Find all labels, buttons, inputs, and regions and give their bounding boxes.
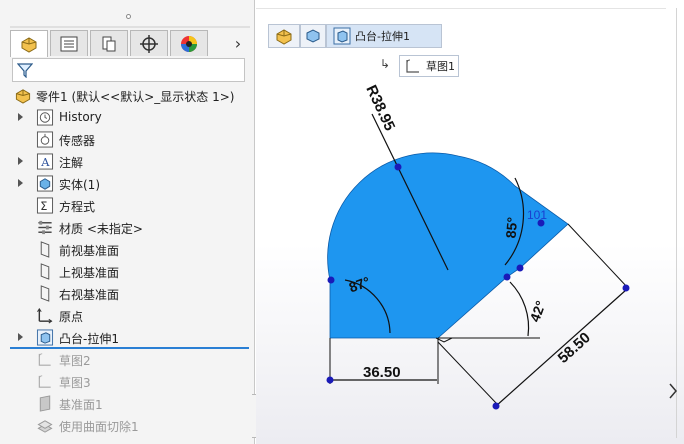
dim-36-50-text[interactable]: 36.50 (363, 364, 401, 381)
sketch-point[interactable] (394, 163, 402, 171)
sketch-icon (38, 375, 51, 388)
tree-item-label: 草图2 (59, 354, 91, 368)
expand-arrow-icon[interactable] (18, 157, 23, 165)
tree-item-plane1[interactable]: 基准面1 (0, 392, 254, 414)
panel-grip[interactable] (126, 14, 131, 19)
tree-item-equations[interactable]: Σ 方程式 (0, 194, 254, 216)
tree-item-front-plane[interactable]: 前视基准面 (0, 238, 254, 260)
more-tabs-arrow[interactable]: › (228, 30, 248, 56)
crosshair-icon (140, 34, 158, 53)
sketch-point[interactable] (327, 276, 335, 284)
collapse-arrow-icon[interactable] (668, 383, 678, 399)
tree-item-label: 原点 (59, 310, 84, 324)
sketch-point[interactable] (622, 284, 630, 292)
sketch-point[interactable] (492, 402, 500, 410)
tree-item-label: 草图3 (59, 376, 91, 390)
dim-extra-text[interactable]: 101 (527, 208, 547, 222)
tree-item-label: 凸台-拉伸1 (59, 332, 119, 346)
extension-line (567, 223, 629, 289)
tree-item-boss-extrude[interactable]: 凸台-拉伸1 (0, 326, 254, 348)
plane-icon (39, 395, 51, 412)
dimxpert-tab[interactable] (130, 30, 168, 56)
tree-item-label: 右视基准面 (59, 288, 120, 302)
tree-item-solid-bodies[interactable]: 实体(1) (0, 172, 254, 194)
annotation-icon: A (36, 153, 54, 170)
extension-line (437, 341, 498, 405)
plane-icon (40, 285, 50, 302)
surface-cut-icon (37, 420, 53, 433)
equation-icon: Σ (36, 197, 54, 214)
solid-body-icon (36, 175, 54, 192)
display-tab[interactable] (170, 30, 208, 56)
appearance-icon (181, 35, 197, 52)
tree-item-label: 注解 (59, 156, 84, 170)
tree-item-sensors[interactable]: 传感器 (0, 128, 254, 150)
tree-item-label: 方程式 (59, 200, 96, 214)
history-icon (36, 109, 54, 126)
sketch-point[interactable] (503, 273, 511, 281)
featuremanager-tab[interactable] (10, 30, 48, 57)
list-icon (60, 36, 78, 51)
origin-icon (37, 308, 53, 324)
tree-item-label: 上视基准面 (59, 266, 120, 280)
configuration-icon (102, 36, 116, 51)
configuration-tab[interactable] (90, 30, 128, 56)
tree-item-surface-cut[interactable]: 使用曲面切除1 (0, 414, 254, 436)
sensor-icon (36, 131, 54, 148)
expand-arrow-icon[interactable] (18, 179, 23, 187)
tree-root-label: 零件1 (默认<<默认>_显示状态 1>) (36, 90, 235, 104)
propertymanager-tab[interactable] (50, 30, 88, 56)
tree-item-material[interactable]: 材质 <未指定> (0, 216, 254, 238)
tree-item-sketch3[interactable]: 草图3 (0, 370, 254, 392)
plane-icon (40, 241, 50, 258)
tree-item-annotations[interactable]: A 注解 (0, 150, 254, 172)
dim-angle-85-text[interactable]: 85° (502, 216, 520, 238)
material-icon (38, 220, 52, 235)
plane-icon (40, 263, 50, 280)
tree-item-right-plane[interactable]: 右视基准面 (0, 282, 254, 304)
tree-item-label: 材质 <未指定> (59, 222, 143, 236)
dim-angle-42-text[interactable]: 42° (526, 299, 548, 324)
feature-manager-panel: › 零件1 (默认<<默认>_显示状态 1>) History 传感器 A 注解… (0, 0, 255, 444)
expand-arrow-icon[interactable] (18, 113, 23, 121)
tree-root-part[interactable]: 零件1 (默认<<默认>_显示状态 1>) (0, 84, 254, 106)
sketch-point[interactable] (326, 376, 334, 384)
sketch-drawing[interactable]: R38.95 85° 87° 42° 58.50 36.50 101 (256, 0, 684, 444)
tree-item-label: 传感器 (59, 134, 96, 148)
tree-item-sketch2[interactable]: 草图2 (0, 348, 254, 370)
sketch-point[interactable] (516, 264, 524, 272)
tree-item-label: 使用曲面切除1 (59, 420, 139, 434)
tree-item-origin[interactable]: 原点 (0, 304, 254, 326)
svg-text:A: A (40, 155, 50, 169)
tree-item-label: 实体(1) (59, 178, 100, 192)
dim-58-50-text[interactable]: 58.50 (555, 329, 594, 367)
sketch-icon (38, 353, 51, 366)
extrude-icon (36, 329, 54, 346)
filter-icon (17, 63, 33, 78)
part-icon (21, 37, 37, 53)
expand-arrow-icon[interactable] (18, 333, 23, 341)
tree-item-label: 基准面1 (59, 398, 103, 412)
tree-item-top-plane[interactable]: 上视基准面 (0, 260, 254, 282)
part-icon (15, 89, 31, 104)
tree-filter-input[interactable] (12, 58, 245, 82)
panel-top-strip (10, 26, 250, 28)
svg-text:Σ: Σ (40, 199, 47, 213)
tree-item-label: 前视基准面 (59, 244, 120, 258)
feature-manager-tabbar: › (10, 30, 250, 57)
tree-item-history[interactable]: History (0, 106, 254, 128)
tree-item-label: History (59, 110, 102, 124)
dim-radius-text[interactable]: R38.95 (362, 83, 398, 134)
angle-arc-42 (509, 281, 530, 337)
